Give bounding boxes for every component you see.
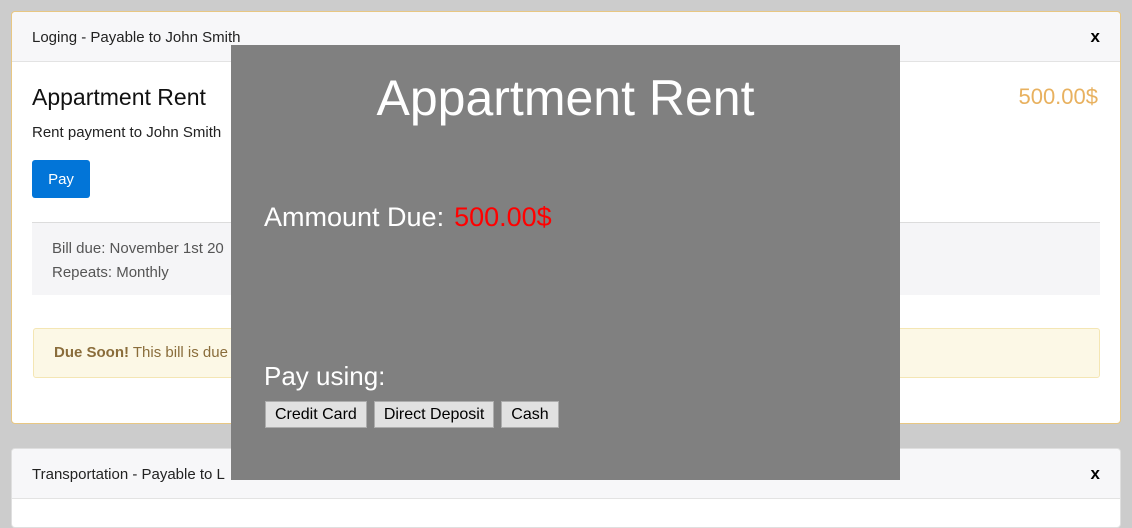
bill-name: Appartment Rent (32, 84, 206, 110)
direct-deposit-button[interactable]: Direct Deposit (373, 401, 495, 428)
pay-button[interactable]: Pay (32, 160, 90, 198)
card-header-title: Loging - Payable to John Smith (32, 29, 241, 46)
bill-amount: 500.00$ (1018, 84, 1098, 109)
cash-button[interactable]: Cash (501, 401, 559, 428)
amount-due-value: 500.00$ (454, 202, 552, 232)
modal-title: Appartment Rent (376, 70, 755, 126)
bill-description: Rent payment to John Smith (32, 124, 222, 141)
payment-methods: Credit Card Direct Deposit Cash (265, 401, 559, 428)
card-header-title: Transportation - Payable to L (32, 466, 225, 483)
alert-text: This bill is due (129, 344, 228, 361)
amount-due-row: Ammount Due: 500.00$ (264, 202, 552, 233)
credit-card-button[interactable]: Credit Card (265, 401, 367, 428)
pay-using-label: Pay using: (264, 361, 386, 391)
close-button[interactable]: x (1091, 464, 1100, 484)
payment-modal: Appartment Rent Ammount Due: 500.00$ Pay … (231, 45, 900, 480)
alert-strong-label: Due Soon! (54, 344, 129, 361)
close-button[interactable]: x (1091, 27, 1100, 47)
amount-due-label: Ammount Due: (264, 202, 445, 232)
